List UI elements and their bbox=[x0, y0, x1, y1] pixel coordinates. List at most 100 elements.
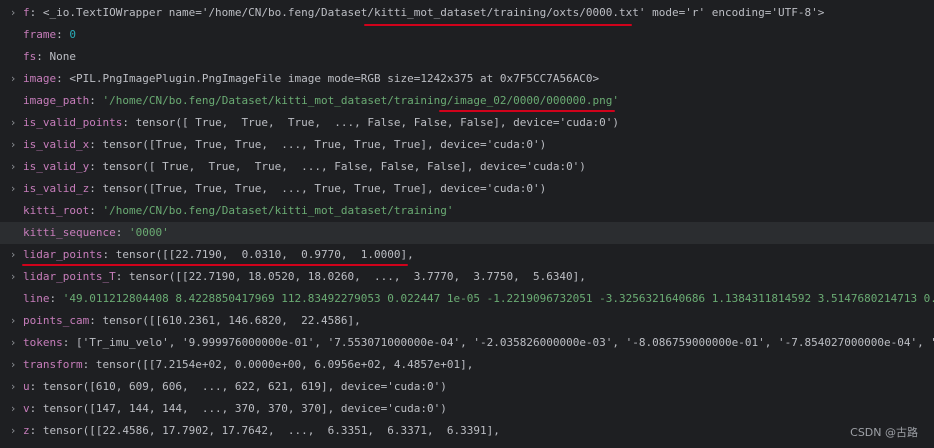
variable-entry: is_valid_points: tensor([ True, True, Tr… bbox=[23, 112, 619, 134]
variable-entry: tokens: ['Tr_imu_velo', '9.999976000000e… bbox=[23, 332, 934, 354]
variable-name: image_path bbox=[23, 94, 90, 107]
variable-name: transform bbox=[23, 358, 83, 371]
variable-entry: is_valid_z: tensor([True, True, True, ..… bbox=[23, 178, 546, 200]
name-value-separator: : bbox=[29, 380, 43, 393]
variable-row-u[interactable]: › u: tensor([610, 609, 606, ..., 622, 621… bbox=[0, 376, 934, 398]
variable-value: '0000' bbox=[128, 226, 169, 239]
name-value-separator: : bbox=[89, 204, 103, 217]
variable-entry: z: tensor([[22.4586, 17.7902, 17.7642, .… bbox=[23, 420, 500, 442]
variable-value: '/home/CN/bo.feng/Dataset/kitti_mot_data… bbox=[102, 204, 454, 217]
variable-value: tensor([True, True, True, ..., True, Tru… bbox=[102, 182, 547, 195]
expand-chevron-icon[interactable]: › bbox=[8, 376, 18, 398]
name-value-separator: : bbox=[89, 138, 103, 151]
variable-row-kitti-root[interactable]: kitti_root: '/home/CN/bo.feng/Dataset/ki… bbox=[0, 200, 934, 222]
variable-name: points_cam bbox=[23, 314, 90, 327]
variable-name: lidar_points bbox=[23, 248, 103, 261]
name-value-separator: : bbox=[62, 336, 76, 349]
expand-chevron-icon[interactable]: › bbox=[8, 332, 18, 354]
variable-row-z[interactable]: › z: tensor([[22.4586, 17.7902, 17.7642, … bbox=[0, 420, 934, 442]
variable-row-kitti-sequence[interactable]: kitti_sequence: '0000' bbox=[0, 222, 934, 244]
variable-row-is-valid-y[interactable]: › is_valid_y: tensor([ True, True, True, … bbox=[0, 156, 934, 178]
expand-chevron-icon[interactable]: › bbox=[8, 68, 18, 90]
variable-value: tensor([610, 609, 606, ..., 622, 621, 61… bbox=[42, 380, 447, 393]
debugger-variables-panel: › f: <_io.TextIOWrapper name='/home/CN/bo… bbox=[0, 0, 934, 448]
variable-row-image[interactable]: › image: <PIL.PngImagePlugin.PngImageFile… bbox=[0, 68, 934, 90]
variable-row-is-valid-points[interactable]: › is_valid_points: tensor([ True, True, T… bbox=[0, 112, 934, 134]
variable-value: '/home/CN/bo.feng/Dataset/kitti_mot_data… bbox=[102, 94, 620, 107]
variable-value: '49.011212804408 8.4228850417969 112.834… bbox=[62, 292, 934, 305]
variable-row-image-path[interactable]: image_path: '/home/CN/bo.feng/Dataset/ki… bbox=[0, 90, 934, 112]
annotation-underline-lidar-points bbox=[22, 264, 408, 266]
expand-chevron-icon[interactable]: › bbox=[8, 354, 18, 376]
variable-value: tensor([True, True, True, ..., True, Tru… bbox=[102, 138, 547, 151]
variable-name: tokens bbox=[23, 336, 63, 349]
variable-value: tensor([[7.2154e+02, 0.0000e+00, 6.0956e… bbox=[95, 358, 474, 371]
name-value-separator: : bbox=[56, 28, 70, 41]
expand-chevron-icon[interactable]: › bbox=[8, 112, 18, 134]
variable-value: ['Tr_imu_velo', '9.999976000000e-01', '7… bbox=[76, 336, 934, 349]
name-value-separator: : bbox=[89, 182, 103, 195]
variable-name: is_valid_y bbox=[23, 160, 90, 173]
name-value-separator: : bbox=[82, 358, 96, 371]
variable-row-is-valid-x[interactable]: › is_valid_x: tensor([True, True, True, .… bbox=[0, 134, 934, 156]
variable-entry: image_path: '/home/CN/bo.feng/Dataset/ki… bbox=[23, 90, 619, 112]
variable-entry: v: tensor([147, 144, 144, ..., 370, 370,… bbox=[23, 398, 447, 420]
variable-row-v[interactable]: › v: tensor([147, 144, 144, ..., 370, 370… bbox=[0, 398, 934, 420]
expand-chevron-icon[interactable]: › bbox=[8, 420, 18, 442]
variable-entry: u: tensor([610, 609, 606, ..., 622, 621,… bbox=[23, 376, 447, 398]
variable-row-tokens[interactable]: › tokens: ['Tr_imu_velo', '9.999976000000… bbox=[0, 332, 934, 354]
variable-name: lidar_points_T bbox=[23, 270, 116, 283]
expand-chevron-icon[interactable]: › bbox=[8, 398, 18, 420]
name-value-separator: : bbox=[122, 116, 136, 129]
variable-value: None bbox=[49, 50, 77, 63]
variable-row-points-cam[interactable]: › points_cam: tensor([[610.2361, 146.6820… bbox=[0, 310, 934, 332]
variable-entry: is_valid_y: tensor([ True, True, True, .… bbox=[23, 156, 586, 178]
variable-name: image bbox=[23, 72, 57, 85]
variable-row-transform[interactable]: › transform: tensor([[7.2154e+02, 0.0000e… bbox=[0, 354, 934, 376]
variable-value: tensor([[610.2361, 146.6820, 22.4586], bbox=[102, 314, 361, 327]
name-value-separator: : bbox=[49, 292, 63, 305]
variable-entry: frame: 0 bbox=[23, 24, 76, 46]
variable-value: tensor([ True, True, True, ..., False, F… bbox=[102, 160, 586, 173]
variable-entry: lidar_points: tensor([[22.7190, 0.0310, … bbox=[23, 244, 414, 266]
expand-chevron-icon[interactable]: › bbox=[8, 156, 18, 178]
expand-chevron-icon[interactable]: › bbox=[8, 310, 18, 332]
name-value-separator: : bbox=[29, 402, 43, 415]
expand-chevron-icon[interactable]: › bbox=[8, 134, 18, 156]
name-value-separator: : bbox=[115, 270, 129, 283]
variable-name: v bbox=[23, 402, 30, 415]
variable-entry: fs: None bbox=[23, 46, 76, 68]
variable-name: f bbox=[23, 6, 30, 19]
watermark: CSDN @古路 bbox=[850, 426, 918, 439]
expand-chevron-icon[interactable]: › bbox=[8, 2, 18, 24]
variable-entry: kitti_sequence: '0000' bbox=[23, 222, 169, 244]
name-value-separator: : bbox=[36, 50, 50, 63]
name-value-separator: : bbox=[89, 314, 103, 327]
variable-row-fs[interactable]: fs: None bbox=[0, 46, 934, 68]
variable-row-line[interactable]: line: '49.011212804408 8.4228850417969 1… bbox=[0, 288, 934, 310]
variable-entry: points_cam: tensor([[610.2361, 146.6820,… bbox=[23, 310, 361, 332]
variable-entry: transform: tensor([[7.2154e+02, 0.0000e+… bbox=[23, 354, 473, 376]
variable-name: frame bbox=[23, 28, 57, 41]
name-value-separator: : bbox=[29, 424, 43, 437]
name-value-separator: : bbox=[29, 6, 43, 19]
variable-entry: kitti_root: '/home/CN/bo.feng/Dataset/ki… bbox=[23, 200, 453, 222]
variable-row-lidar-points[interactable]: › lidar_points: tensor([[22.7190, 0.0310,… bbox=[0, 244, 934, 266]
annotation-underline-oxts-path bbox=[364, 24, 632, 26]
variable-row-f[interactable]: › f: <_io.TextIOWrapper name='/home/CN/bo… bbox=[0, 2, 934, 24]
expand-chevron-icon[interactable]: › bbox=[8, 178, 18, 200]
expand-chevron-icon[interactable]: › bbox=[8, 244, 18, 266]
variable-value: 0 bbox=[69, 28, 76, 41]
name-value-separator: : bbox=[89, 160, 103, 173]
variable-row-frame[interactable]: frame: 0 bbox=[0, 24, 934, 46]
variable-value: tensor([147, 144, 144, ..., 370, 370, 37… bbox=[42, 402, 447, 415]
variable-value: <_io.TextIOWrapper name='/home/CN/bo.fen… bbox=[42, 6, 825, 19]
variable-entry: is_valid_x: tensor([True, True, True, ..… bbox=[23, 134, 546, 156]
variable-row-is-valid-z[interactable]: › is_valid_z: tensor([True, True, True, .… bbox=[0, 178, 934, 200]
variable-entry: image: <PIL.PngImagePlugin.PngImageFile … bbox=[23, 68, 599, 90]
expand-chevron-icon[interactable]: › bbox=[8, 266, 18, 288]
variable-row-lidar-points-T[interactable]: › lidar_points_T: tensor([[22.7190, 18.05… bbox=[0, 266, 934, 288]
variable-entry: line: '49.011212804408 8.4228850417969 1… bbox=[23, 288, 934, 310]
name-value-separator: : bbox=[56, 72, 70, 85]
variable-name: is_valid_z bbox=[23, 182, 90, 195]
